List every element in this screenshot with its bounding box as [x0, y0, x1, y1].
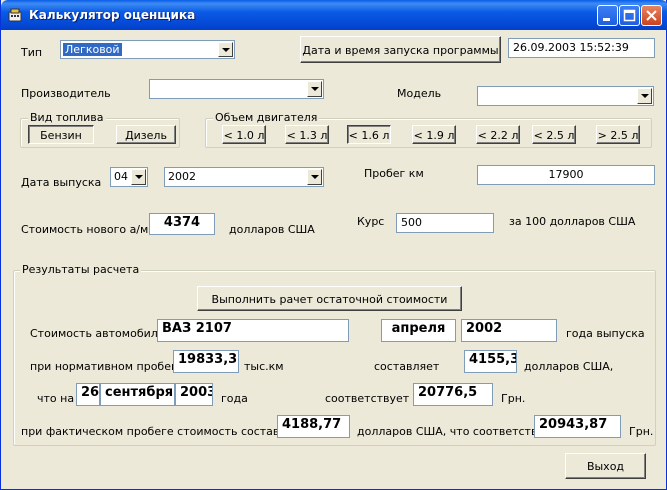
launch-datetime-button[interactable]: Дата и время запуска программы [300, 36, 501, 63]
release-date-label: Дата выпуска [21, 176, 102, 189]
maximize-button[interactable] [619, 5, 640, 26]
actual-usd-field[interactable]: 4188,77 [277, 415, 350, 438]
new-cost-unit: долларов США [229, 223, 315, 236]
close-icon [646, 10, 657, 21]
car-cost-label: Стоимость автомобиля [30, 327, 165, 340]
maker-label: Производитель [21, 87, 111, 100]
window-title: Калькулятор оценщика [29, 8, 196, 22]
new-cost-label: Стоимость нового а/м [21, 223, 149, 236]
type-label: Тип [21, 46, 43, 59]
on-month-field[interactable]: сентября [100, 383, 175, 406]
amount-label: составляет [374, 360, 440, 373]
amount-usd-unit: долларов США, [524, 360, 614, 373]
actual-mid-label: долларов США, что соответствует [357, 425, 558, 438]
model-select[interactable] [477, 86, 654, 106]
car-month-field[interactable]: апреля [381, 319, 456, 342]
close-button[interactable] [641, 5, 662, 26]
car-name-field[interactable]: ВАЗ 2107 [157, 319, 349, 342]
minimize-button[interactable] [597, 5, 618, 26]
amount-usd-field[interactable]: 4155,3 [464, 350, 517, 373]
engine-option-7[interactable]: > 2.5 л [596, 125, 640, 144]
match-uah-unit: Грн. [501, 392, 526, 405]
engine-option-6[interactable]: < 2.5 л [532, 125, 576, 144]
type-select[interactable]: Легковой [60, 40, 235, 59]
mileage-label: Пробег км [364, 167, 424, 180]
model-label: Модель [397, 87, 442, 100]
results-group-title: Результаты расчета [20, 263, 142, 276]
calculate-button[interactable]: Выполнить рачет остаточной стоимости [197, 286, 462, 311]
engine-group-title: Объем двигателя [213, 111, 320, 124]
match-label: соответствует [325, 392, 410, 405]
chevron-down-icon [311, 87, 319, 91]
on-date-label: что на [37, 392, 75, 405]
app-icon [7, 7, 23, 23]
fuel-diesel-button[interactable]: Дизель [116, 125, 176, 144]
release-year-select[interactable]: 2002 [164, 167, 324, 187]
norm-mileage-unit: тыс.км [244, 360, 284, 373]
app-window: Калькулятор оценщика Тип Легковой Дата и… [0, 0, 667, 490]
release-month-value: 04 [114, 170, 128, 183]
actual-uah-unit: Грн. [629, 425, 654, 438]
car-year-field[interactable]: 2002 [461, 319, 557, 342]
mileage-input[interactable]: 17900 [477, 165, 655, 185]
release-month-dropdown-button[interactable] [131, 169, 146, 185]
maker-dropdown-button[interactable] [307, 81, 322, 97]
engine-option-2[interactable]: < 1.3 л [285, 125, 329, 144]
chevron-down-icon [222, 48, 230, 52]
type-value: Легковой [63, 43, 122, 56]
release-year-dropdown-button[interactable] [307, 169, 322, 185]
chevron-down-icon [311, 175, 319, 179]
release-month-select[interactable]: 04 [110, 167, 148, 187]
title-bar[interactable]: Калькулятор оценщика [1, 0, 667, 30]
match-uah-field[interactable]: 20776,5 [413, 383, 493, 406]
new-cost-input[interactable]: 4374 [149, 213, 215, 235]
release-year-value: 2002 [168, 170, 196, 183]
fuel-petrol-button[interactable]: Бензин [28, 125, 94, 144]
rate-label: Курс [357, 215, 385, 228]
on-date-suffix: года [221, 392, 248, 405]
engine-option-3[interactable]: < 1.6 л [347, 125, 391, 144]
model-dropdown-button[interactable] [637, 88, 652, 104]
on-day-field[interactable]: 26 [76, 383, 100, 406]
launch-datetime-field[interactable]: 26.09.2003 15:52:39 [508, 38, 655, 58]
chevron-down-icon [641, 94, 649, 98]
minimize-icon [603, 18, 610, 21]
rate-input[interactable]: 500 [396, 213, 494, 233]
maximize-icon [623, 9, 636, 22]
maker-select[interactable] [149, 79, 324, 99]
actual-label: при фактическом пробеге стоимость состав… [21, 425, 307, 438]
on-year-field[interactable]: 2003 [175, 383, 213, 406]
year-suffix-label: года выпуска [566, 327, 645, 340]
fuel-group-title: Вид топлива [28, 111, 106, 124]
engine-option-5[interactable]: < 2.2 л [476, 125, 520, 144]
norm-mileage-field[interactable]: 19833,33 [173, 350, 239, 373]
chevron-down-icon [135, 175, 143, 179]
actual-uah-field[interactable]: 20943,87 [534, 415, 621, 438]
type-dropdown-button[interactable] [218, 42, 233, 57]
exit-button[interactable]: Выход [565, 453, 646, 479]
engine-option-1[interactable]: < 1.0 л [222, 125, 266, 144]
rate-unit: за 100 долларов США [509, 215, 636, 228]
norm-mileage-label: при нормативном пробеге [30, 360, 184, 373]
engine-option-4[interactable]: < 1.9 л [412, 125, 456, 144]
